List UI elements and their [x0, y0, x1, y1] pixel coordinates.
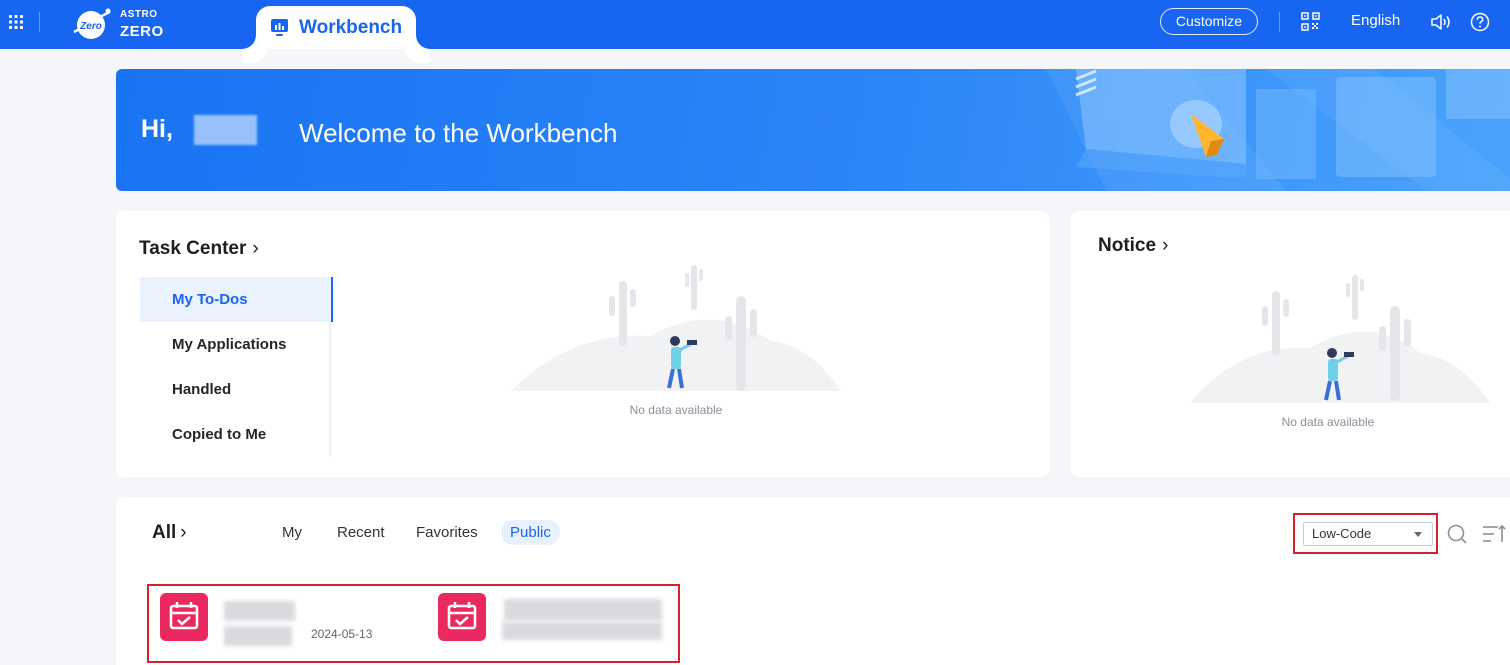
user-name-redacted: [194, 115, 257, 145]
task-menu: My To-Dos My Applications Handled Copied…: [140, 277, 333, 457]
tab-favorites[interactable]: Favorites: [407, 520, 487, 545]
tab-my[interactable]: My: [273, 520, 311, 545]
task-center-card: Task Center › My To-Dos My Applications H…: [116, 211, 1050, 477]
brand-top-text: ASTRO: [120, 9, 158, 20]
notice-title[interactable]: Notice ›: [1098, 235, 1168, 257]
app-date: 2024-05-13: [311, 627, 373, 641]
task-menu-copied-to-me[interactable]: Copied to Me: [140, 412, 331, 457]
task-menu-my-todos[interactable]: My To-Dos: [140, 277, 333, 322]
empty-state-illustration: [1190, 275, 1490, 403]
chevron-right-icon: ›: [252, 238, 259, 259]
apps-grid-icon[interactable]: [8, 14, 24, 30]
top-bar: Zero ASTRO ZERO Workbench Customize Engl…: [0, 0, 1510, 49]
calendar-check-icon: [160, 593, 208, 641]
banner-illustration: [1046, 69, 1510, 191]
dashboard-icon: [271, 19, 288, 36]
caret-down-icon: [1414, 532, 1422, 537]
tab-workbench[interactable]: Workbench: [256, 6, 416, 49]
category-select-value: Low-Code: [1312, 526, 1372, 541]
all-apps-title[interactable]: All ›: [152, 522, 187, 544]
task-menu-my-applications[interactable]: My Applications: [140, 322, 331, 367]
task-center-title[interactable]: Task Center ›: [139, 238, 259, 260]
speaker-icon[interactable]: [1430, 12, 1452, 32]
chevron-right-icon: ›: [1162, 235, 1169, 256]
qr-code-icon[interactable]: [1301, 12, 1320, 31]
app-name-redacted: [504, 599, 662, 621]
calendar-check-icon: [438, 593, 486, 641]
chevron-right-icon: ›: [180, 522, 187, 543]
apps-panel: All › My Recent Favorites Public Low-Code: [116, 497, 1510, 665]
greeting-text: Hi,: [141, 115, 173, 143]
astro-zero-logo[interactable]: Zero ASTRO ZERO: [72, 4, 172, 44]
app-name-redacted: [224, 601, 295, 621]
sort-icon[interactable]: [1482, 524, 1506, 544]
divider: [39, 12, 40, 32]
app-desc-redacted: [224, 626, 292, 646]
tab-workbench-label: Workbench: [299, 17, 403, 38]
empty-state-illustration: [511, 265, 841, 391]
divider: [1279, 12, 1280, 32]
task-center-title-text: Task Center: [139, 238, 247, 259]
category-select[interactable]: Low-Code: [1303, 522, 1433, 546]
task-menu-handled[interactable]: Handled: [140, 367, 331, 412]
logo-badge-text: Zero: [79, 21, 102, 32]
welcome-banner: Hi, Welcome to the Workbench: [116, 69, 1510, 191]
notice-title-text: Notice: [1098, 235, 1157, 256]
app-desc-redacted: [502, 622, 662, 640]
language-switcher[interactable]: English: [1351, 12, 1400, 29]
help-icon[interactable]: [1470, 12, 1490, 32]
logo-planet-icon: Zero: [73, 8, 111, 39]
notice-card: Notice › No data available: [1070, 211, 1510, 477]
search-icon[interactable]: [1446, 523, 1468, 545]
tab-public[interactable]: Public: [501, 520, 560, 545]
customize-button[interactable]: Customize: [1160, 8, 1258, 35]
all-apps-title-text: All: [152, 522, 177, 543]
brand-bottom-text: ZERO: [120, 23, 164, 40]
welcome-text: Welcome to the Workbench: [299, 118, 618, 148]
notice-empty-text: No data available: [1281, 415, 1375, 429]
tab-recent[interactable]: Recent: [328, 520, 394, 545]
task-empty-text: No data available: [629, 403, 723, 417]
